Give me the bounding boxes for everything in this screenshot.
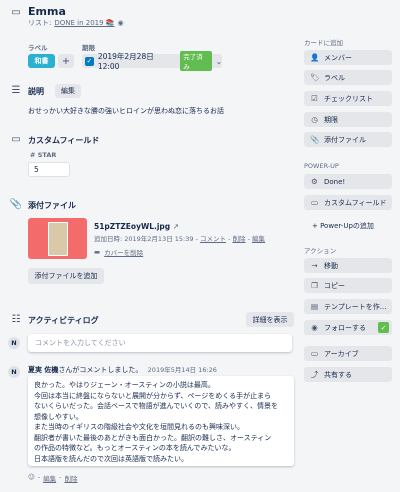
sidebar-labels-button[interactable]: 🏷 ラベル xyxy=(304,70,392,85)
custom-field-icon: ▭ xyxy=(11,133,21,145)
share-icon: ⤴ xyxy=(310,370,319,379)
label-chip[interactable]: 和書 xyxy=(28,54,55,68)
external-link-icon: ↗ xyxy=(172,222,180,231)
avatar[interactable]: N xyxy=(8,337,20,349)
list-link[interactable]: DONE in 2019 📚 xyxy=(54,19,114,27)
sidebar-copy-button[interactable]: ❐ コピー xyxy=(304,278,392,293)
comment-body: 良かった。やはりジェーン・オースティンの小説は最高。 今回は本当に終盤にならない… xyxy=(28,376,294,466)
sidebar-archive-button[interactable]: ▭ アーカイブ xyxy=(304,346,392,361)
book-cover-image xyxy=(47,221,68,256)
attachment-thumbnail[interactable] xyxy=(28,218,87,259)
list-prefix: リスト: xyxy=(28,19,52,27)
card-title[interactable]: Emma xyxy=(28,5,66,18)
add-to-card-title: カードに追加 xyxy=(304,39,343,47)
add-powerup-link[interactable]: + Power-Upの追加 xyxy=(312,221,374,231)
comment-edit-link[interactable]: 編集 xyxy=(43,473,56,483)
comment-timestamp[interactable]: 2019年5月14日 16:26 xyxy=(148,366,217,374)
attachment-edit-link[interactable]: 編集 xyxy=(252,235,265,243)
add-attachment-button[interactable]: 添付ファイルを追加 xyxy=(28,268,104,284)
labels-heading: ラベル xyxy=(28,44,48,52)
custom-fields-heading: カスタムフィールド xyxy=(28,136,100,145)
archive-icon: ▭ xyxy=(310,349,319,358)
sidebar-attachment-button[interactable]: 📎 添付ファイル xyxy=(304,132,392,147)
list-breadcrumb: リスト: DONE in 2019 📚 ◉ xyxy=(28,18,124,28)
activity-icon: ☷ xyxy=(11,313,21,325)
comment-author[interactable]: 夏実 佐機 xyxy=(28,366,58,374)
comment-line: 想像しやすい。 xyxy=(34,412,83,421)
comment-line: 今回は本当に終盤にならないと展開が分からず、ページをめくる手が止まら xyxy=(34,391,272,400)
attachment-meta: 追加日時: 2019年2月13日 15:39 - コメント - 削除 - 編集 xyxy=(94,235,266,243)
sidebar-follow-button[interactable]: ◉ フォローする ✓ xyxy=(304,320,392,335)
edit-description-button[interactable]: 編集 xyxy=(55,84,81,98)
label-icon: 🏷 xyxy=(310,73,320,82)
emoji-reaction-icon[interactable]: ☺ xyxy=(28,473,35,483)
custom-field-icon: ▭ xyxy=(310,198,319,207)
comment-actions: ☺ - 編集 - 削除 xyxy=(28,473,78,483)
paperclip-icon: 📎 xyxy=(9,198,23,210)
star-field-label: # STAR xyxy=(30,151,57,159)
complete-badge: 完了済み xyxy=(180,51,212,71)
comment-line: ないくらいだった。会話ベースで物語が進んでいくので、読みやすく、情景を xyxy=(34,402,279,410)
due-complete-checkbox[interactable]: ✓ xyxy=(85,56,94,66)
powerup-title: POWER-UP xyxy=(304,162,339,170)
star-field-input[interactable]: 5 xyxy=(28,162,70,177)
sidebar-members-button[interactable]: 👤 メンバー xyxy=(304,50,392,65)
activity-heading: アクティビティログ xyxy=(28,316,99,325)
add-label-button[interactable]: + xyxy=(58,54,74,68)
due-heading: 期限 xyxy=(82,44,95,52)
comment-line: の作品の特徴など。もっとオースティンの本を読んでみたいな。 xyxy=(34,444,236,452)
checklist-icon: ☑ xyxy=(311,94,318,103)
sidebar-checklist-button[interactable]: ☑ チェックリスト xyxy=(304,91,392,106)
comment-header: 夏実 佐機さんがコメントしました。 2019年5月14日 16:26 xyxy=(28,366,217,374)
sidebar-custom-fields-button[interactable]: ▭ カスタムフィールド xyxy=(304,195,392,210)
description-heading: 説明 xyxy=(28,87,44,96)
actions-title: アクション xyxy=(304,247,337,255)
description-icon: ☰ xyxy=(11,84,21,96)
due-date-text: 2019年2月28日 12:00 xyxy=(97,52,154,71)
sidebar-template-button[interactable]: ▤ テンプレートを作... xyxy=(304,299,392,314)
show-details-button[interactable]: 詳細を表示 xyxy=(246,312,294,327)
remove-cover-link[interactable]: ▬ カバーを削除 xyxy=(94,247,143,257)
comment-line: 翻訳者が書いた最後のあとがきも面白かった。翻訳の難しさ、オースティン xyxy=(34,433,272,442)
copy-icon: ❐ xyxy=(311,281,318,290)
sidebar-due-button[interactable]: ◷ 期限 xyxy=(304,112,392,127)
description-text[interactable]: おせっかい大好きな勝の強いヒロインが思わぬ恋に落ちるお話 xyxy=(28,106,224,116)
clock-icon: ◷ xyxy=(311,115,318,124)
attachment-name[interactable]: 51pZTZEoyWL.jpg ↗ xyxy=(94,222,179,231)
comment-delete-link[interactable]: 削除 xyxy=(65,473,78,483)
comment-line: 日本語版を読んだので次回は英語版で読みたい。 xyxy=(34,454,188,463)
due-date-button[interactable]: ✓ 2019年2月28日 12:00 完了済み ⌄ xyxy=(82,51,222,71)
eye-icon: ◉ xyxy=(311,323,318,332)
chevron-down-icon: ⌄ xyxy=(215,56,222,66)
attachments-heading: 添付ファイル xyxy=(28,201,76,210)
attachment-comment-link[interactable]: コメント xyxy=(200,235,226,243)
check-icon: ✓ xyxy=(378,322,389,333)
comment-line: 良かった。やはりジェーン・オースティンの小説は最高。 xyxy=(34,381,215,389)
template-icon: ▤ xyxy=(310,302,319,311)
comment-input[interactable]: コメントを入力してください xyxy=(28,334,292,352)
paperclip-icon: 📎 xyxy=(310,135,320,144)
comment-line: また当時のイギリスの階級社会や文化を垣間見れるのも興味深い。 xyxy=(34,423,244,431)
arrow-right-icon: → xyxy=(311,261,318,270)
eye-icon: ◉ xyxy=(117,19,124,27)
attachment-delete-link[interactable]: 削除 xyxy=(233,235,246,243)
person-icon: 👤 xyxy=(310,53,320,62)
sidebar-done-button[interactable]: ⚙ Done! xyxy=(304,174,392,189)
comment-author-avatar[interactable]: N xyxy=(8,366,20,378)
gear-icon: ⚙ xyxy=(311,177,318,186)
card-icon: ▭ xyxy=(11,6,21,18)
sidebar-move-button[interactable]: → 移動 xyxy=(304,258,392,273)
cover-icon: ▬ xyxy=(94,248,101,256)
sidebar-share-button[interactable]: ⤴ 共有する xyxy=(304,367,392,382)
hash-icon: # xyxy=(30,151,36,159)
